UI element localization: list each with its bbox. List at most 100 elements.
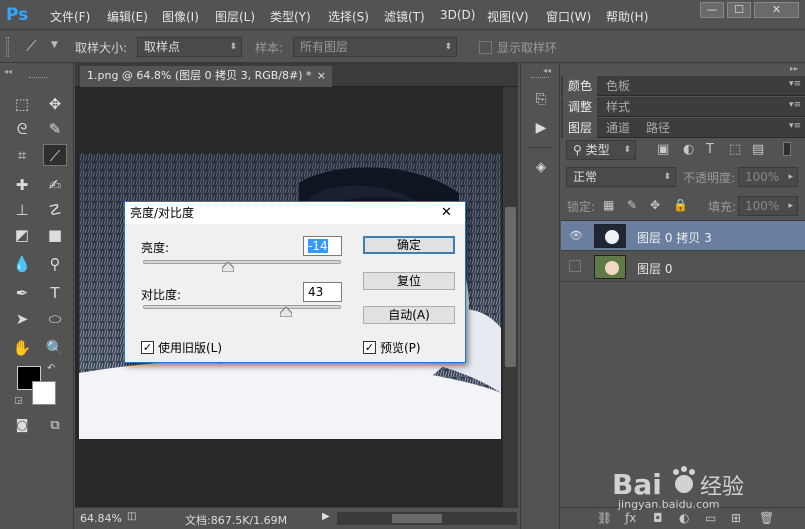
reset-button[interactable]: 复位 [363,272,455,290]
grip-handle[interactable] [531,77,549,78]
show-ring-checkbox[interactable] [479,41,492,54]
brightness-input[interactable]: -14 [303,236,342,256]
menu-item[interactable]: 视图(V) [487,8,529,25]
contrast-slider-thumb[interactable] [279,307,292,317]
link-layers-icon[interactable]: ⛓ [597,511,612,525]
marquee-tool-icon[interactable]: ⬚ [10,93,34,115]
filter-smart-object-icon[interactable]: ▤ [752,142,764,157]
tab-paths[interactable]: 路径 [641,118,675,138]
pen-tool-icon[interactable]: ✒ [10,282,34,304]
maximize-button[interactable]: ☐ [727,2,751,18]
trash-icon[interactable]: 🗑 [759,511,774,525]
filter-adjustment-icon[interactable]: ◐ [683,142,694,157]
lock-transparent-icon[interactable]: ▦ [603,198,614,212]
layer-row[interactable]: 👁 图层 0 拷贝 3 [561,221,805,251]
close-tab-icon[interactable]: × [317,66,326,86]
layer-row[interactable]: 图层 0 [561,252,805,282]
menu-item[interactable]: 3D(D) [440,8,475,22]
history-brush-tool-icon[interactable]: ☡ [43,199,67,221]
contrast-input[interactable]: 43 [303,282,342,302]
triangle-right-icon[interactable]: ▶ [322,511,330,522]
eyedropper-tool-icon[interactable]: ⟋ [43,144,67,166]
dialog-title-bar[interactable]: 亮度/对比度 ✕ [125,202,465,224]
blur-tool-icon[interactable]: 💧 [10,253,34,275]
chevron-down-icon[interactable]: ▼ [51,40,58,50]
tab-styles[interactable]: 样式 [601,97,635,117]
group-icon[interactable]: ▭ [705,511,716,525]
tab-channels[interactable]: 通道 [601,118,635,138]
lock-position-icon[interactable]: ✥ [650,198,660,212]
filter-type-icon[interactable]: T [706,142,714,157]
opacity-input[interactable]: 100% ▸ [738,167,798,187]
eraser-tool-icon[interactable]: ◩ [10,224,34,246]
clone-stamp-tool-icon[interactable]: ⊥ [10,199,34,221]
screen-mode-icon[interactable]: ⧉ [43,415,67,437]
healing-brush-tool-icon[interactable]: ✚ [10,174,34,196]
grip-handle[interactable] [29,77,47,78]
menu-item[interactable]: 编辑(E) [107,8,148,25]
tab-layers[interactable]: 图层 [563,118,598,138]
collapse-icon[interactable]: ◂◂ [4,67,12,76]
path-select-tool-icon[interactable]: ➤ [10,308,34,330]
legacy-checkbox[interactable]: ✓ [141,341,154,354]
menu-item[interactable]: 帮助(H) [606,8,648,25]
layer-name[interactable]: 图层 0 [637,260,672,277]
lasso-tool-icon[interactable]: ᘓ [10,118,34,140]
background-color-swatch[interactable] [32,381,56,405]
scrollbar-thumb[interactable] [505,207,516,367]
fill-input[interactable]: 100% ▸ [738,196,798,216]
tab-adjustments[interactable]: 调整 [563,97,598,117]
visibility-toggle[interactable] [569,260,581,272]
tab-swatches[interactable]: 色板 [601,76,635,96]
collapse-icon[interactable]: ▸▸ [790,64,798,73]
preview-checkbox[interactable]: ✓ [363,341,376,354]
quick-mask-icon[interactable]: ◙ [10,415,34,437]
filter-pixel-icon[interactable]: ▣ [657,142,669,157]
brightness-slider-thumb[interactable] [222,262,235,272]
grip-handle[interactable] [6,37,9,57]
close-button[interactable]: ✕ [754,2,799,18]
sample-select[interactable]: 所有图层 ⬍ [293,37,457,57]
layer-filter-select[interactable]: ⚲ 类型 ⬍ [566,140,636,160]
menu-item[interactable]: 图像(I) [162,8,199,25]
default-colors-icon[interactable]: ◲ [14,396,23,406]
vertical-scrollbar[interactable] [503,87,518,507]
scrollbar-thumb[interactable] [392,514,442,523]
brush-tool-icon[interactable]: ✍ [43,174,67,196]
lock-pixels-icon[interactable]: ✎ [627,198,637,212]
panel-menu-icon[interactable]: ▾≡ [789,121,801,131]
brightness-slider-track[interactable] [143,260,341,264]
swap-colors-icon[interactable]: ↶ [47,363,55,374]
menu-item[interactable]: 文件(F) [50,8,90,25]
panel-menu-icon[interactable]: ▾≡ [789,79,801,89]
sample-size-select[interactable]: 取样点 ⬍ [137,37,242,57]
type-tool-icon[interactable]: T [43,282,67,304]
collapse-icon[interactable]: ◂◂ [543,66,551,75]
3d-panel-icon[interactable]: ◈ [529,157,553,179]
horizontal-scrollbar[interactable] [337,512,517,525]
zoom-tool-icon[interactable]: 🔍 [43,337,67,359]
lock-all-icon[interactable]: 🔒 [673,198,688,212]
visibility-eye-icon[interactable]: 👁 [569,229,583,242]
adjustment-layer-icon[interactable]: ◐ [679,511,689,525]
zoom-level[interactable]: 64.84% [80,512,122,525]
status-menu-icon[interactable]: ◫ [127,511,136,522]
fx-icon[interactable]: ƒx [625,511,636,525]
layer-name[interactable]: 图层 0 拷贝 3 [637,229,712,246]
contrast-slider-track[interactable] [143,305,341,309]
auto-button[interactable]: 自动(A) [363,306,455,324]
menu-item[interactable]: 滤镜(T) [384,8,425,25]
history-panel-icon[interactable]: ⎘ [529,89,553,111]
new-layer-icon[interactable]: ⊞ [731,511,741,525]
blend-mode-select[interactable]: 正常 ⬍ [566,167,676,187]
actions-panel-icon[interactable]: ▶ [529,117,553,139]
minimize-button[interactable]: — [700,2,724,18]
gradient-tool-icon[interactable]: ■ [43,224,67,246]
dodge-tool-icon[interactable]: ⚲ [43,253,67,275]
crop-tool-icon[interactable]: ⌗ [10,144,34,166]
panel-menu-icon[interactable]: ▾≡ [789,100,801,110]
document-tab[interactable]: 1.png @ 64.8% (图层 0 拷贝 3, RGB/8#) * × [80,66,332,87]
ellipse-tool-icon[interactable]: ⬭ [43,308,67,330]
dialog-close-icon[interactable]: ✕ [441,202,452,224]
add-mask-icon[interactable]: ◘ [653,511,663,525]
